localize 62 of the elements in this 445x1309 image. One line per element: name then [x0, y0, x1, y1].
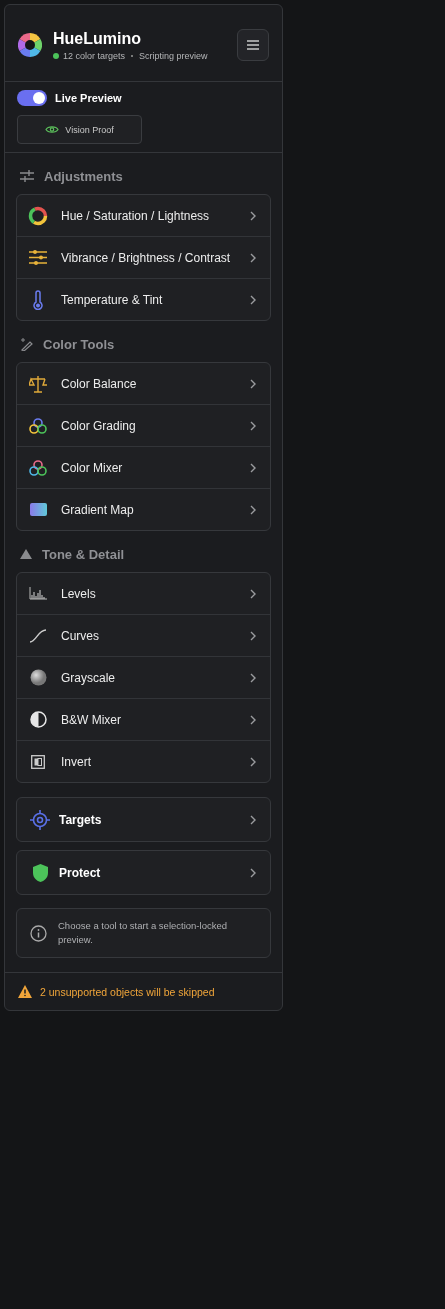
- curve-icon: [29, 628, 47, 643]
- tool-item[interactable]: Vibrance / Brightness / Contrast: [17, 236, 270, 278]
- chevron-icon: [250, 588, 256, 599]
- chevron-icon: [250, 630, 256, 641]
- sphere-icon: [29, 669, 47, 686]
- tool-item[interactable]: Invert: [17, 740, 270, 782]
- eye-icon: [45, 125, 60, 134]
- gradient-icon: [29, 503, 47, 516]
- circles-icon: [29, 458, 47, 477]
- chevron-icon: [250, 867, 256, 878]
- shield-icon: [32, 863, 48, 882]
- tool-item[interactable]: Color Mixer: [17, 446, 270, 488]
- menu-button[interactable]: [237, 29, 269, 61]
- chevron-icon: [250, 294, 256, 305]
- action-card[interactable]: Protect: [16, 850, 271, 895]
- info-text: Choose a tool to start a selection-locked preview.: [58, 919, 228, 947]
- tool-item[interactable]: Color Grading: [17, 404, 270, 446]
- contrast-icon: [29, 711, 47, 728]
- warning-icon: [18, 985, 32, 998]
- sliders-icon: [20, 170, 34, 182]
- chevron-icon: [250, 714, 256, 725]
- tool-item[interactable]: B&W Mixer: [17, 698, 270, 740]
- color-wheel-logo: [18, 33, 42, 57]
- tool-item[interactable]: Gradient Map: [17, 488, 270, 530]
- live-preview-toggle[interactable]: [17, 90, 47, 106]
- vision-proof-button[interactable]: Vision Proof: [17, 115, 142, 144]
- tool-item[interactable]: Levels: [17, 573, 270, 614]
- menu-icon: [247, 40, 259, 50]
- app-title: HueLumino: [53, 29, 142, 48]
- tool-item[interactable]: Temperature & Tint: [17, 278, 270, 320]
- action-card[interactable]: Targets: [16, 797, 271, 842]
- sliders-icon: [29, 250, 47, 265]
- chevron-icon: [250, 462, 256, 473]
- tool-item[interactable]: Color Balance: [17, 363, 270, 404]
- crosshair-icon: [30, 809, 50, 830]
- chevron-icon: [250, 210, 256, 221]
- chevron-icon: [250, 814, 256, 825]
- warning-text: 2 unsupported objects will be skipped: [40, 985, 215, 998]
- info-icon: [30, 924, 47, 942]
- color-ring-icon: [28, 205, 48, 226]
- toggle-label: Live Preview: [55, 92, 122, 104]
- tool-item[interactable]: Hue / Saturation / Lightness: [17, 195, 270, 236]
- section-heading: Color Tools: [43, 336, 115, 352]
- thermometer-icon: [33, 289, 43, 310]
- wand-icon: [20, 337, 33, 351]
- chevron-icon: [250, 756, 256, 767]
- chevron-icon: [250, 420, 256, 431]
- chevron-icon: [250, 252, 256, 263]
- chevron-icon: [250, 504, 256, 515]
- mountain-icon: [20, 549, 32, 559]
- tool-item[interactable]: Grayscale: [17, 656, 270, 698]
- section-heading: Adjustments: [44, 168, 123, 184]
- chevron-icon: [250, 672, 256, 683]
- status-text: 12 color targets: [63, 50, 126, 61]
- section-heading: Tone & Detail: [42, 546, 125, 562]
- histogram-icon: [29, 587, 47, 600]
- chevron-icon: [250, 378, 256, 389]
- mode-text: Scripting preview: [139, 50, 208, 61]
- invert-icon: [31, 754, 45, 769]
- circles-icon: [29, 416, 47, 435]
- tool-item[interactable]: Curves: [17, 614, 270, 656]
- scale-icon: [29, 374, 47, 393]
